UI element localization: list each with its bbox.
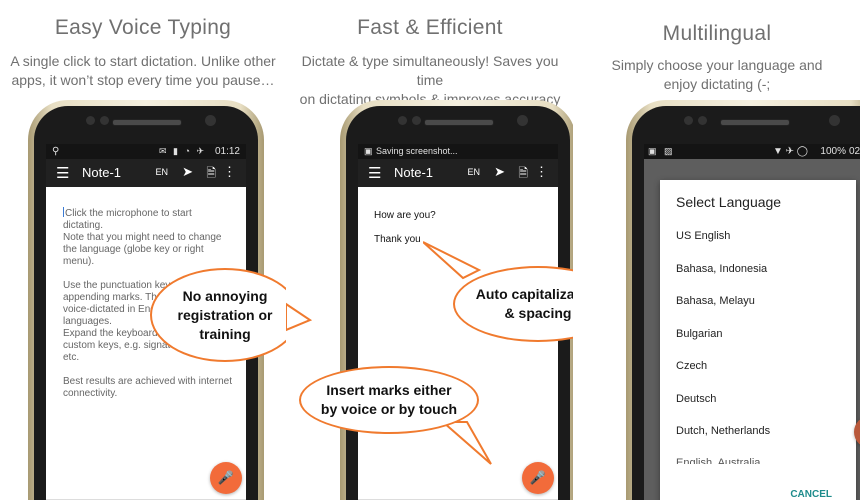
front-camera xyxy=(205,115,216,126)
panel-multilingual: Multilingual Simply choose your language… xyxy=(574,0,860,500)
screenshot-icon: ▣ xyxy=(364,146,373,156)
subtitle-line: enjoy dictating (-; xyxy=(663,76,771,92)
phone-body: ▣ ▨ ▼ ✈ ◯ 100% 02:51 Select Language US … xyxy=(632,106,860,500)
mic-icon: 🎤 xyxy=(529,470,547,485)
subtitle-line: apps, it won’t stop every time you pause… xyxy=(11,72,275,88)
sensor-dot xyxy=(398,116,407,125)
status-time: 01:12 xyxy=(214,146,240,157)
language-option[interactable]: US English xyxy=(676,230,730,242)
sensor-dot xyxy=(684,116,693,125)
earpiece-speaker xyxy=(720,119,790,126)
panel-fast-efficient: Fast & Efficient Dictate & type simultan… xyxy=(287,0,573,500)
language-option[interactable]: Deutsch xyxy=(676,393,716,405)
phone-frame: ▣ ▨ ▼ ✈ ◯ 100% 02:51 Select Language US … xyxy=(626,100,860,500)
body-paragraph: Click the microphone to start dictating.… xyxy=(63,208,222,267)
dialog-title: Select Language xyxy=(676,194,782,210)
status-notification: Saving screenshot... xyxy=(376,146,458,156)
language-option[interactable]: Dutch, Netherlands xyxy=(676,425,770,437)
body-paragraph: Best results are achieved with internet … xyxy=(63,376,232,399)
phone-screen: ▣ ▨ ▼ ✈ ◯ 100% 02:51 Select Language US … xyxy=(644,144,860,500)
app-toolbar: ☰ Note-1 EN ➤ 🗎 ⋮ xyxy=(358,159,558,187)
signal-icons: ✉ ▮ ◔ ✈ xyxy=(159,146,206,156)
sensor-dot xyxy=(86,116,95,125)
image-icon: ▨ xyxy=(664,146,673,156)
send-icon[interactable]: ➤ xyxy=(494,164,505,180)
more-options-icon[interactable]: ⋮ xyxy=(535,164,548,180)
app-toolbar: ☰ Note-1 EN ➤ 🗎 ⋮ xyxy=(46,159,246,187)
usb-icon: ⚲ xyxy=(52,146,60,157)
panel-headline: Multilingual xyxy=(662,22,772,45)
callout-line: training xyxy=(199,325,251,342)
front-camera xyxy=(829,115,840,126)
note-title: Note-1 xyxy=(394,165,434,180)
microphone-button[interactable]: 🎤 xyxy=(522,462,554,494)
callout-line: registration or xyxy=(177,306,273,323)
menu-icon[interactable]: ☰ xyxy=(368,164,381,182)
callout-bubble: Insert marks either by voice or by touch xyxy=(299,366,479,434)
sensor-dot xyxy=(100,116,109,125)
front-camera xyxy=(517,115,528,126)
document-icon[interactable]: 🗎 xyxy=(518,164,528,185)
subtitle-line: Simply choose your language and xyxy=(611,57,823,73)
panel-headline: Easy Voice Typing xyxy=(54,16,232,39)
select-language-dialog: Select Language US English Bahasa, Indon… xyxy=(660,180,856,500)
panel-easy-voice-typing: Easy Voice Typing A single click to star… xyxy=(0,0,286,500)
panel-subtitle: Simply choose your language and enjoy di… xyxy=(578,56,856,94)
battery-level: 100% xyxy=(820,146,846,157)
subtitle-line: A single click to start dictation. Unlik… xyxy=(10,53,276,69)
language-button[interactable]: EN xyxy=(155,167,168,177)
language-option[interactable]: English, Australia xyxy=(676,457,760,464)
wifi-airplane-icons: ▼ ✈ ◯ xyxy=(772,146,808,157)
callout-line: Auto capitalization xyxy=(475,286,573,302)
language-option[interactable]: Bulgarian xyxy=(676,328,722,340)
earpiece-speaker xyxy=(424,119,494,126)
microphone-button[interactable]: 🎤 xyxy=(210,462,242,494)
menu-icon[interactable]: ☰ xyxy=(56,164,69,182)
status-bar: ▣ Saving screenshot... xyxy=(358,144,558,159)
status-bar: ⚲ ✉ ▮ ◔ ✈ 01:12 xyxy=(46,144,246,159)
document-icon[interactable]: 🗎 xyxy=(206,164,216,185)
note-line[interactable]: How are you? xyxy=(374,210,436,221)
language-option[interactable]: Bahasa, Melayu xyxy=(676,295,755,307)
callout-tail xyxy=(423,241,482,280)
sensor-dot xyxy=(698,116,707,125)
send-icon[interactable]: ➤ xyxy=(182,164,193,180)
cancel-button[interactable]: CANCEL xyxy=(790,489,832,500)
callout-tail xyxy=(443,421,492,465)
language-option[interactable]: Czech xyxy=(676,360,707,372)
callout-tail xyxy=(286,302,313,332)
language-button[interactable]: EN xyxy=(467,167,480,177)
subtitle-line: Dictate & type simultaneously! Saves you… xyxy=(301,53,559,88)
callout-line: & spacing xyxy=(504,305,572,321)
panel-headline: Fast & Efficient xyxy=(357,16,503,39)
callout-line: by voice or by touch xyxy=(320,401,458,417)
status-time: 02:51 xyxy=(848,146,860,157)
status-bar: ▣ ▨ ▼ ✈ ◯ 100% 02:51 xyxy=(644,144,860,159)
callout-line: Insert marks either xyxy=(326,382,452,398)
earpiece-speaker xyxy=(112,119,182,126)
text-cursor xyxy=(63,207,64,217)
note-line[interactable]: Thank you xyxy=(374,234,421,245)
language-option[interactable]: Bahasa, Indonesia xyxy=(676,263,767,275)
callout-line: No annoying xyxy=(182,287,268,304)
panel-subtitle: A single click to start dictation. Unlik… xyxy=(4,52,282,90)
more-options-icon[interactable]: ⋮ xyxy=(223,164,236,180)
note-title: Note-1 xyxy=(82,165,122,180)
mic-icon: 🎤 xyxy=(217,470,235,485)
sensor-dot xyxy=(412,116,421,125)
notification-icon: ▣ xyxy=(648,146,657,156)
